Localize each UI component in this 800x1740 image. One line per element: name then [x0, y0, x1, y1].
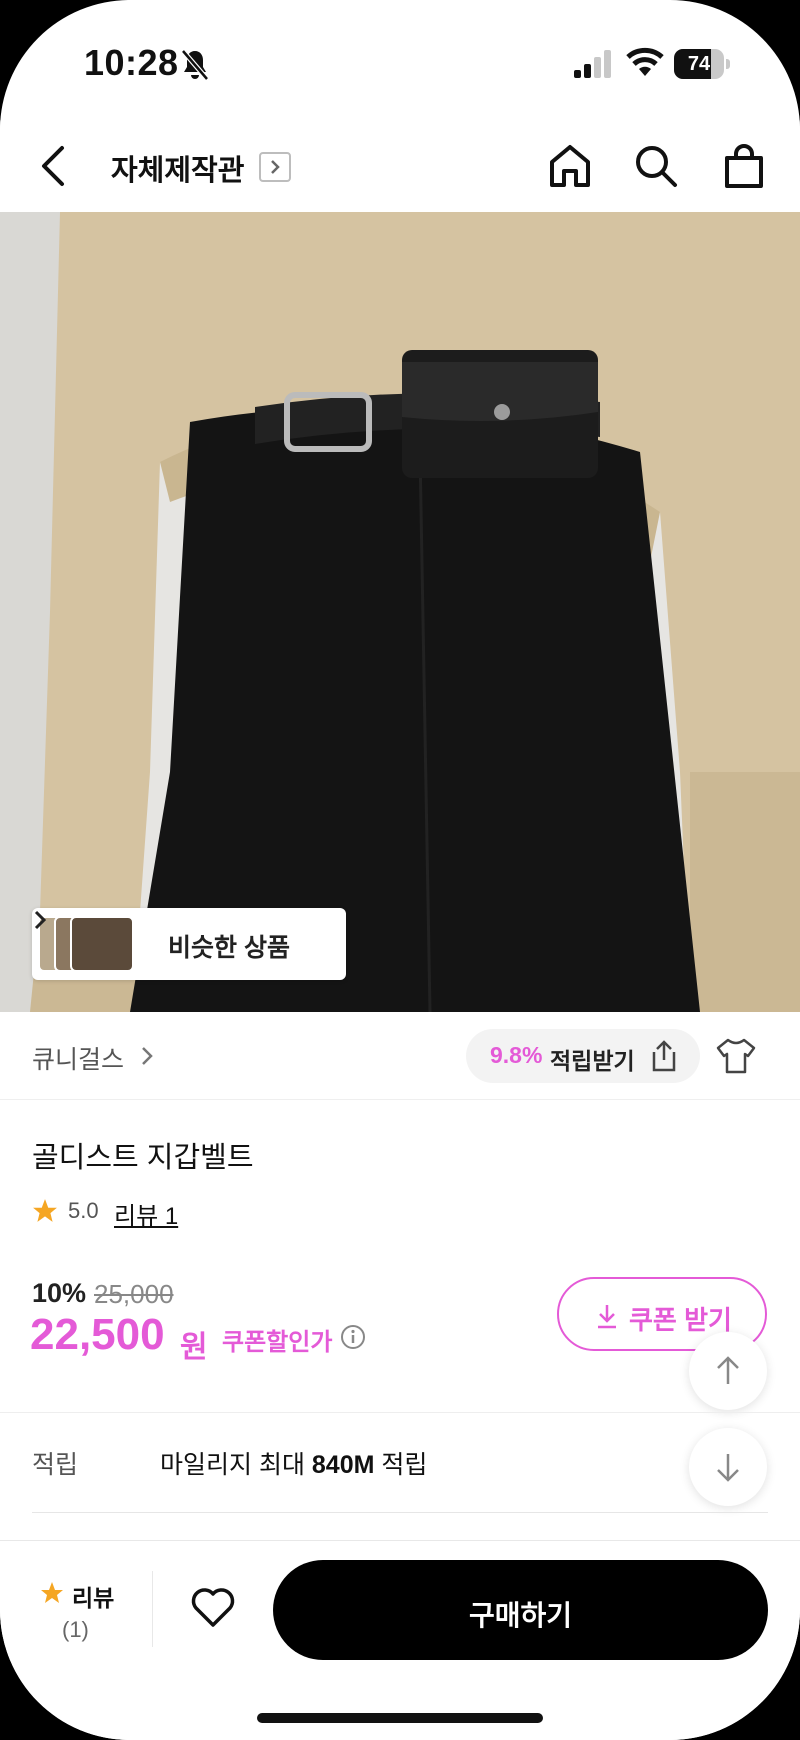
reward-share-button[interactable]: 9.8% 적립받기	[466, 1029, 700, 1083]
back-arrow-icon[interactable]	[34, 140, 74, 192]
reward-percent: 9.8%	[490, 1042, 543, 1068]
coupon-price-label: 쿠폰할인가	[222, 1329, 333, 1356]
home-indicator[interactable]	[257, 1713, 543, 1723]
scroll-bottom-button[interactable]	[689, 1428, 767, 1506]
download-icon	[598, 1305, 616, 1329]
scroll-top-button[interactable]	[689, 1332, 767, 1410]
points-label: 적립	[32, 1451, 79, 1479]
separator	[152, 1571, 153, 1647]
phone-screen: 10:28 74 자체제작관 비슷한 상품 큐니걸스 9.8% 적립받기 골디스…	[0, 0, 800, 1740]
star-icon	[33, 1199, 57, 1222]
review-tab-label[interactable]: 리뷰	[72, 1579, 114, 1613]
review-count: (1)	[62, 1617, 89, 1642]
status-time: 10:28	[84, 42, 179, 83]
shop-name-link[interactable]: 큐니걸스	[32, 1040, 124, 1076]
share-icon	[652, 1040, 676, 1072]
product-image[interactable]: 비슷한 상품	[0, 212, 800, 1012]
buy-button-label: 구매하기	[468, 1600, 573, 1631]
wifi-icon	[626, 47, 664, 76]
similar-products-label: 비슷한 상품	[168, 934, 290, 962]
bottom-action-bar: 리뷰 (1) 구매하기	[0, 1540, 800, 1740]
shopping-bag-icon[interactable]	[720, 142, 768, 190]
product-name: 골디스트 지갑벨트	[32, 1142, 254, 1174]
similar-thumbnail	[70, 916, 134, 972]
arrow-down-icon	[717, 1454, 739, 1482]
battery-percent: 74	[687, 53, 711, 75]
store-title[interactable]: 자체제작관	[111, 147, 244, 189]
chevron-right-icon[interactable]	[140, 1044, 154, 1068]
section-divider	[32, 1512, 768, 1513]
section-divider	[0, 1412, 800, 1413]
chevron-right-icon[interactable]	[259, 152, 291, 182]
reward-label: 적립받기	[550, 1048, 635, 1074]
points-text: 마일리지 최대 840M 적립	[160, 1451, 428, 1479]
top-nav: 자체제작관	[0, 120, 800, 212]
info-icon[interactable]	[340, 1324, 366, 1350]
arrow-up-icon	[717, 1356, 739, 1384]
shop-row: 큐니걸스 9.8% 적립받기	[0, 1012, 800, 1100]
battery-icon: 74	[674, 49, 730, 79]
signal-icon	[574, 50, 611, 78]
rating-value: 5.0	[68, 1198, 99, 1223]
status-bar: 10:28 74	[0, 0, 800, 120]
fitting-icon[interactable]	[714, 1036, 758, 1076]
star-icon	[41, 1582, 63, 1603]
similar-products-button[interactable]: 비슷한 상품	[32, 908, 346, 980]
product-photo	[0, 212, 800, 1012]
coupon-button-label: 쿠폰 받기	[629, 1305, 732, 1335]
points-amount: 840M	[311, 1451, 375, 1479]
discount-percent: 10%	[32, 1278, 87, 1308]
search-icon[interactable]	[632, 142, 680, 190]
buy-button[interactable]: 구매하기	[273, 1560, 768, 1660]
review-link[interactable]: 리뷰 1	[114, 1196, 178, 1231]
sale-price: 22,500	[30, 1310, 165, 1359]
price-unit: 원	[180, 1331, 208, 1364]
chevron-right-icon	[34, 910, 47, 930]
home-icon[interactable]	[546, 142, 594, 190]
original-price: 25,000	[94, 1279, 174, 1309]
bell-slash-icon	[181, 49, 209, 81]
heart-icon[interactable]	[190, 1587, 236, 1629]
